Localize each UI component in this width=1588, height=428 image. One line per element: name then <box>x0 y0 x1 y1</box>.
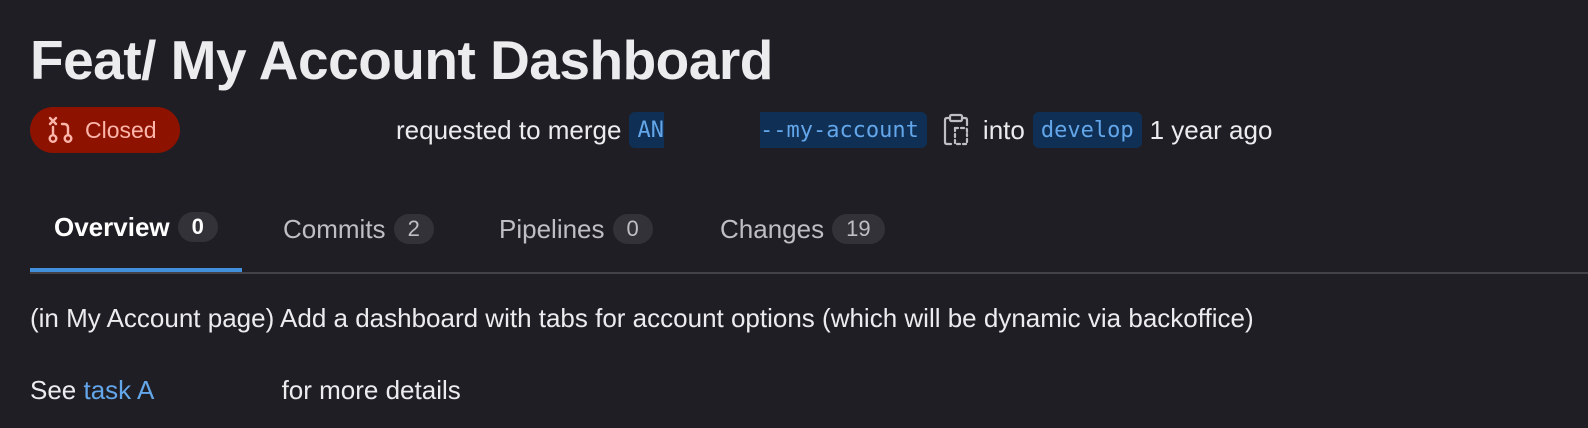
tab-commits-label: Commits <box>283 213 386 244</box>
tab-commits-count: 2 <box>393 214 434 244</box>
tab-overview-label: Overview <box>54 211 170 242</box>
page-title: Feat/ My Account Dashboard <box>30 29 773 91</box>
tab-changes-count: 19 <box>832 214 885 244</box>
tab-pipelines[interactable]: Pipelines 0 <box>475 186 677 272</box>
more-details-text: See task A for more details <box>30 375 461 406</box>
status-badge: Closed <box>30 107 180 153</box>
details-prefix: See <box>30 375 77 405</box>
copy-to-clipboard-icon[interactable] <box>941 113 971 147</box>
task-link[interactable]: task A <box>84 375 155 405</box>
source-branch-prefix: AN <box>637 117 664 143</box>
tab-pipelines-count: 0 <box>612 214 653 244</box>
source-branch-suffix: --my-account <box>759 117 919 143</box>
tab-pipelines-label: Pipelines <box>499 213 605 244</box>
status-label: Closed <box>85 116 157 143</box>
details-suffix: for more details <box>281 375 461 405</box>
requested-to-merge-text: requested to merge <box>396 114 622 145</box>
into-text: into <box>982 114 1025 145</box>
tab-overview-count: 0 <box>177 212 218 242</box>
time-ago: 1 year ago <box>1149 114 1273 145</box>
redaction-block <box>663 112 760 148</box>
redaction-block <box>154 379 274 399</box>
source-branch[interactable]: AN --my-account <box>629 112 927 148</box>
merge-request-tabs: Overview 0 Commits 2 Pipelines 0 Changes… <box>30 186 1588 274</box>
tab-changes-label: Changes <box>720 213 825 244</box>
tab-overview[interactable]: Overview 0 <box>30 186 242 272</box>
tab-changes[interactable]: Changes 19 <box>696 186 909 272</box>
target-branch[interactable]: develop <box>1032 112 1142 148</box>
merge-request-meta: Closed requested to merge AN --my-account… <box>30 107 1588 153</box>
merge-request-description: (in My Account page) Add a dashboard wit… <box>30 303 1254 333</box>
tab-commits[interactable]: Commits 2 <box>259 186 458 272</box>
merge-description: requested to merge AN --my-account into d… <box>396 107 1272 153</box>
merge-request-close-icon <box>46 115 76 145</box>
